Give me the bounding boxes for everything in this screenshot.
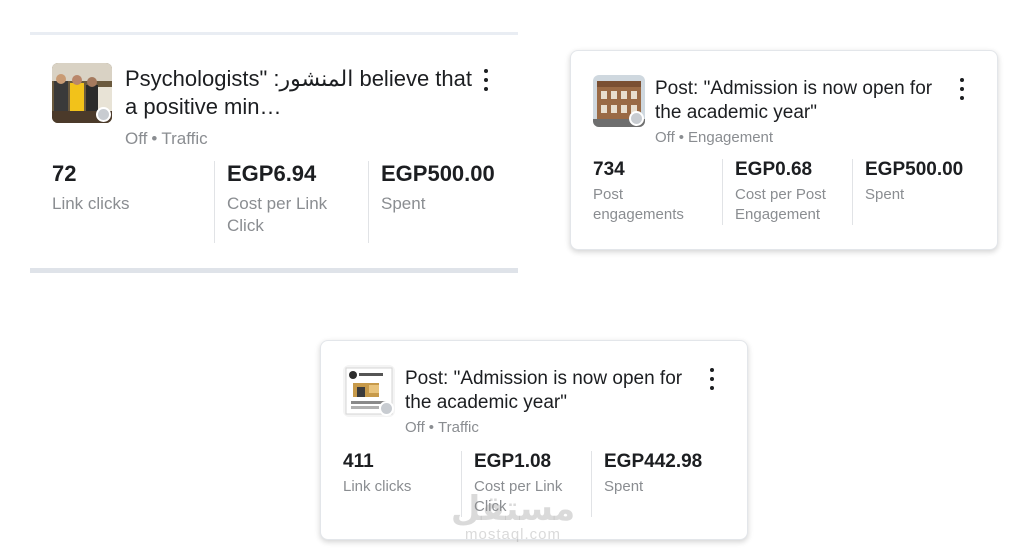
metric-cost-per-result: EGP0.68 Cost per Post Engagement xyxy=(723,159,853,225)
metric-cost-per-result: EGP6.94 Cost per Link Click xyxy=(215,161,369,243)
ad-status-line: Off • Engagement xyxy=(655,129,773,146)
watermark: مستقل mostaql.com xyxy=(438,492,588,543)
metric-spent: EGP442.98 Spent xyxy=(592,451,732,517)
ad-status: Off xyxy=(655,129,675,146)
metric-value: EGP500.00 xyxy=(381,161,495,186)
metric-value: EGP442.98 xyxy=(604,451,703,472)
status-indicator-off xyxy=(379,401,394,416)
separator-dot: • xyxy=(678,129,684,146)
metric-value: EGP0.68 xyxy=(735,159,813,180)
metric-results: 72 Link clicks xyxy=(52,161,215,243)
ad-metrics: 72 Link clicks EGP6.94 Cost per Link Cli… xyxy=(52,161,529,243)
metric-value: EGP1.08 xyxy=(474,451,552,472)
ad-thumbnail[interactable] xyxy=(52,63,112,123)
ad-objective: Traffic xyxy=(438,419,479,436)
more-options-icon[interactable] xyxy=(481,69,491,91)
watermark-logo: مستقل xyxy=(450,489,576,529)
ad-title[interactable]: Post: "Admission is now open for the aca… xyxy=(405,367,695,415)
ad-thumbnail[interactable] xyxy=(593,75,645,127)
ad-thumbnail[interactable] xyxy=(343,365,395,417)
ad-status: Off xyxy=(125,129,148,148)
metric-label: Link clicks xyxy=(343,478,412,495)
ad-metrics: 734 Post engagements EGP0.68 Cost per Po… xyxy=(593,159,993,225)
metric-results: 734 Post engagements xyxy=(593,159,723,225)
ad-objective: Traffic xyxy=(161,129,208,148)
metric-label: Link clicks xyxy=(52,194,130,213)
metric-value: EGP500.00 xyxy=(865,159,964,180)
metric-label: Spent xyxy=(381,194,426,213)
ad-status-line: Off • Traffic xyxy=(405,419,479,436)
metric-value: 411 xyxy=(343,451,374,472)
ad-title[interactable]: Post: "Admission is now open for the aca… xyxy=(655,77,945,125)
ad-card-1[interactable]: Psychologists" :المنشور believe that a p… xyxy=(30,32,518,268)
metric-value: 734 xyxy=(593,159,625,180)
metric-label: Cost per Post Engagement xyxy=(735,186,826,223)
metric-label: Cost per Link Click xyxy=(227,194,328,236)
status-indicator-off xyxy=(629,111,644,126)
metric-spent: EGP500.00 Spent xyxy=(853,159,993,225)
ad-objective: Engagement xyxy=(688,129,774,146)
ad-card-2[interactable]: Post: "Admission is now open for the aca… xyxy=(570,50,998,250)
separator-dot: • xyxy=(428,419,434,436)
metric-value: EGP6.94 xyxy=(227,161,317,186)
metric-label: Spent xyxy=(604,478,644,495)
more-options-icon[interactable] xyxy=(957,78,967,100)
metric-label: Spent xyxy=(865,186,905,203)
separator-dot: • xyxy=(151,129,158,148)
ad-title[interactable]: Psychologists" :المنشور believe that a p… xyxy=(125,65,485,120)
metric-spent: EGP500.00 Spent xyxy=(369,161,529,243)
metric-value: 72 xyxy=(52,161,77,186)
metric-label: Post engagements xyxy=(593,186,684,223)
ad-status-line: Off • Traffic xyxy=(125,129,208,149)
ad-status: Off xyxy=(405,419,425,436)
more-options-icon[interactable] xyxy=(707,368,717,390)
status-indicator-off xyxy=(96,107,111,122)
